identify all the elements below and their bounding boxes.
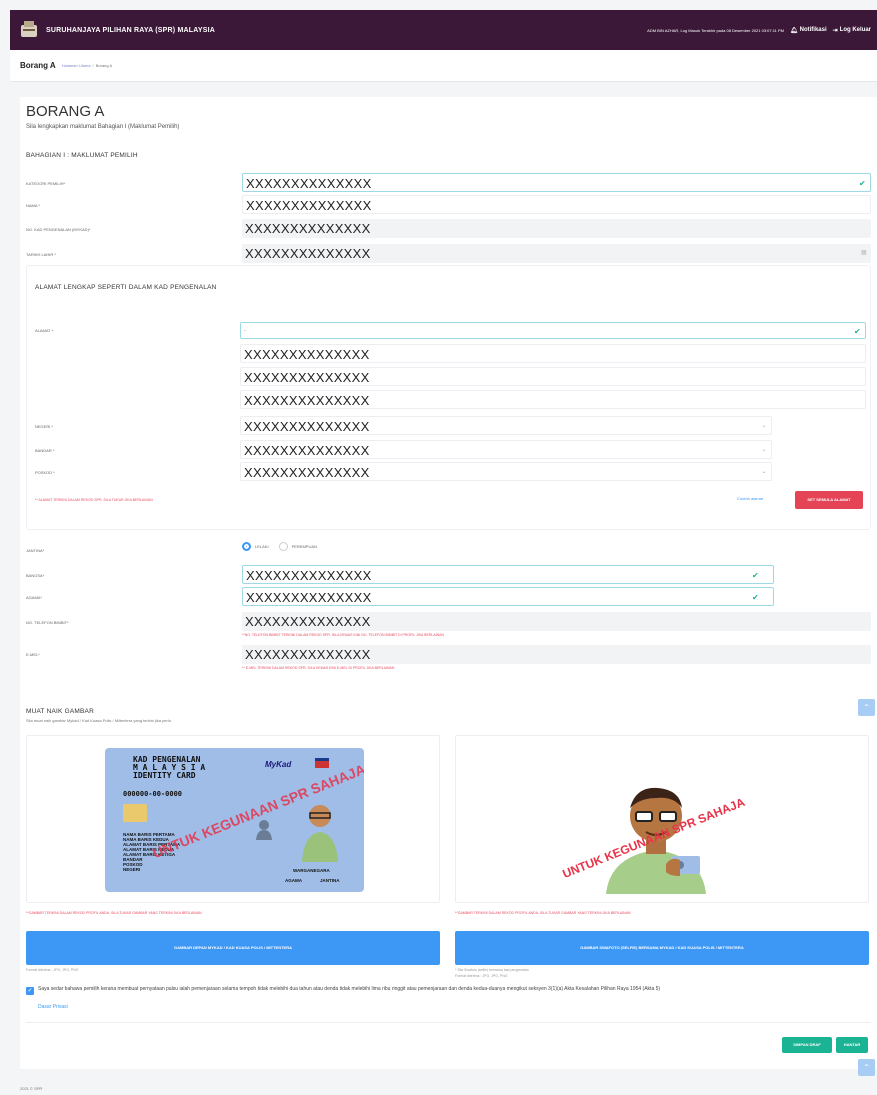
jantina-label: JANTINA* — [26, 548, 45, 553]
brand-name: SURUHANJAYA PILIHAN RAYA (SPR) MALAYSIA — [46, 26, 215, 34]
card-warganegara: WARGANEGARA — [293, 868, 330, 873]
right-image-note: **GAMBAR TERKINI DALAM REKOD PROFIL ANDA… — [455, 911, 631, 915]
form-title: BORANG A — [26, 103, 105, 120]
phone-field: XXXXXXXXXXXXXX — [242, 612, 871, 631]
breadcrumb-separator: / — [92, 63, 94, 68]
bandar-select[interactable]: XXXXXXXXXXXXXX ⌄ — [240, 440, 772, 459]
card-agama: AGAMA — [285, 878, 302, 883]
mykad-sample-image: KAD PENGENALAN M A L A Y S I A IDENTITY … — [105, 748, 364, 892]
footer-copyright: 2021 © SPR — [20, 1086, 43, 1091]
bangsa-label: BANGSA* — [26, 573, 45, 578]
alamat-line-2[interactable]: XXXXXXXXXXXXXX — [240, 367, 866, 386]
chip-icon — [123, 804, 147, 822]
spr-logo-icon — [18, 19, 40, 41]
selfie-image-box: UNTUK KEGUNAAN SPR SAHAJA — [455, 735, 869, 903]
alamat-label: ALAMAT * — [35, 328, 54, 333]
nokp-label: NO. KAD PENGENALAN (MYKAD)* — [26, 227, 91, 232]
example-address-link[interactable]: Contoh alamat — [737, 496, 763, 501]
submit-button[interactable]: HANTAR — [836, 1037, 868, 1053]
card-jantina: JANTINA — [320, 878, 340, 883]
check-icon: ✔ — [858, 179, 866, 188]
nokp-field: XXXXXXXXXXXXXX — [242, 219, 871, 238]
address-note: ** ALAMAT TERKINI DALAM REKOD SPR. SILA … — [35, 498, 153, 502]
form-card: BORANG A Sila lengkapkan maklumat Bahagi… — [20, 97, 877, 1069]
portrait-icon — [300, 800, 340, 862]
privacy-link[interactable]: Dasar Privasi — [38, 1004, 68, 1010]
check-icon: ✔ — [751, 593, 759, 602]
tarikh-lahir-field: XXXXXXXXXXXXXX ▦ — [242, 244, 871, 263]
left-format-note: Format diterima : JPG, JPG, PNG — [26, 968, 79, 972]
kategori-label: KATEGORI PEMILIH* — [26, 181, 66, 186]
address-section: ALAMAT LENGKAP SEPERTI DALAM KAD PENGENA… — [26, 265, 871, 530]
reset-address-button[interactable]: SET SEMULA ALAMAT — [795, 491, 863, 509]
email-field: XXXXXXXXXXXXXX — [242, 645, 871, 664]
bangsa-select[interactable]: XXXXXXXXXXXXXX ✔ — [242, 565, 774, 584]
save-draft-button[interactable]: SIMPAN DRAF — [782, 1037, 832, 1053]
mykad-image-box: KAD PENGENALAN M A L A Y S I A IDENTITY … — [26, 735, 440, 903]
phone-label: NO. TELEFON BIMBIT* — [26, 620, 69, 625]
ghost-portrait-icon — [255, 818, 273, 840]
agama-label: AGAMA* — [26, 595, 43, 600]
breadcrumb-home-link[interactable]: Halaman Utama — [62, 63, 91, 68]
breadcrumb: Borang A Halaman Utama / Borang A — [10, 50, 877, 82]
negeri-select[interactable]: XXXXXXXXXXXXXX ⌄ — [240, 416, 772, 435]
check-icon: ✔ — [853, 327, 861, 336]
last-login-text: ADM BIN AZHAR, Log Masuk Terakhir pada 0… — [647, 27, 784, 33]
radio-female[interactable] — [278, 542, 288, 551]
right-format-note: Format diterima : JPG, JPG, PNG — [455, 974, 508, 978]
tarikh-lahir-label: TARIKH LAHIR * — [26, 252, 56, 257]
declaration-checkbox[interactable]: ✓ — [26, 987, 34, 995]
upload-mykad-button[interactable]: GAMBAR DEPAN MYKAD / KAD KUASA POLIS / M… — [26, 931, 440, 965]
nama-field[interactable]: XXXXXXXXXXXXXX — [242, 195, 871, 214]
section-maklumat-pemilih: BAHAGIAN I : MAKLUMAT PEMILIH — [26, 152, 138, 159]
bell-icon: 🔔︎ — [789, 27, 798, 34]
chevron-down-icon: ⌄ — [761, 447, 767, 453]
declaration-text: Saya sedar bahawa pemilih kerana membuat… — [38, 986, 661, 992]
flag-icon — [315, 758, 329, 768]
right-help-note: * Sila Swafoto (selfie) bersama kad peng… — [455, 968, 529, 972]
divider — [26, 1022, 871, 1023]
poskod-label: POSKOD * — [35, 470, 55, 475]
address-heading: ALAMAT LENGKAP SEPERTI DALAM KAD PENGENA… — [35, 284, 217, 291]
email-note: ** E-MEL TERKINI DALAM REKOD SPR. SILA K… — [242, 666, 395, 670]
breadcrumb-current: Borang A — [95, 63, 113, 68]
form-subtitle: Sila lengkapkan maklumat Bahagian I (Mak… — [26, 124, 180, 130]
alamat-line-3[interactable]: XXXXXXXXXXXXXX — [240, 390, 866, 409]
scroll-up-icon[interactable]: ⌃ — [858, 699, 875, 716]
alamat-line-1[interactable]: XXXXXXXXXXXXXX — [240, 344, 866, 363]
scroll-up-icon[interactable]: ⌃ — [858, 1059, 875, 1076]
mykad-logo: MyKad — [265, 760, 292, 769]
alamat-select[interactable]: - ✔ — [240, 322, 866, 339]
kategori-select[interactable]: XXXXXXXXXXXXXX ✔ — [242, 173, 871, 192]
calendar-icon: ▦ — [861, 250, 867, 256]
radio-male[interactable] — [242, 542, 251, 551]
upload-subtitle: Sila muat naik gambar Mykad / Kad Kuasa … — [26, 718, 171, 723]
gender-radio-group: LELAKI PEREMPUAN — [242, 542, 317, 551]
notification-link[interactable]: 🔔︎ Notifikasi — [790, 27, 827, 34]
logout-icon: ⇥ — [832, 27, 838, 34]
card-title-3: IDENTITY CARD — [133, 771, 196, 780]
left-image-note: **GAMBAR TERKINI DALAM REKOD PROFIL ANDA… — [26, 911, 202, 915]
poskod-select[interactable]: XXXXXXXXXXXXXX ⌄ — [240, 462, 772, 481]
phone-note: **NO. TELEFON BIMBIT TERKINI DALAM REKOD… — [242, 633, 445, 637]
bandar-label: BANDAR * — [35, 448, 55, 453]
check-icon: ✔ — [751, 571, 759, 580]
negeri-label: NEGERI * — [35, 424, 54, 429]
nama-label: NAMA * — [26, 203, 41, 208]
upload-selfie-button[interactable]: GAMBAR SWAFOTO (SELFIE) BERSAMA MYKAD / … — [455, 931, 869, 965]
upload-heading: MUAT NAIK GAMBAR — [26, 708, 94, 715]
logout-link[interactable]: ⇥ Log Keluar — [833, 27, 871, 34]
page-title: Borang A — [20, 61, 56, 70]
card-number: 000000-00-0000 — [123, 790, 183, 798]
chevron-down-icon: ⌄ — [761, 469, 767, 475]
top-bar: SURUHANJAYA PILIHAN RAYA (SPR) MALAYSIA … — [10, 10, 877, 50]
email-label: E-MEL* — [26, 652, 40, 657]
chevron-down-icon: ⌄ — [761, 423, 767, 429]
agama-select[interactable]: XXXXXXXXXXXXXX ✔ — [242, 587, 774, 606]
